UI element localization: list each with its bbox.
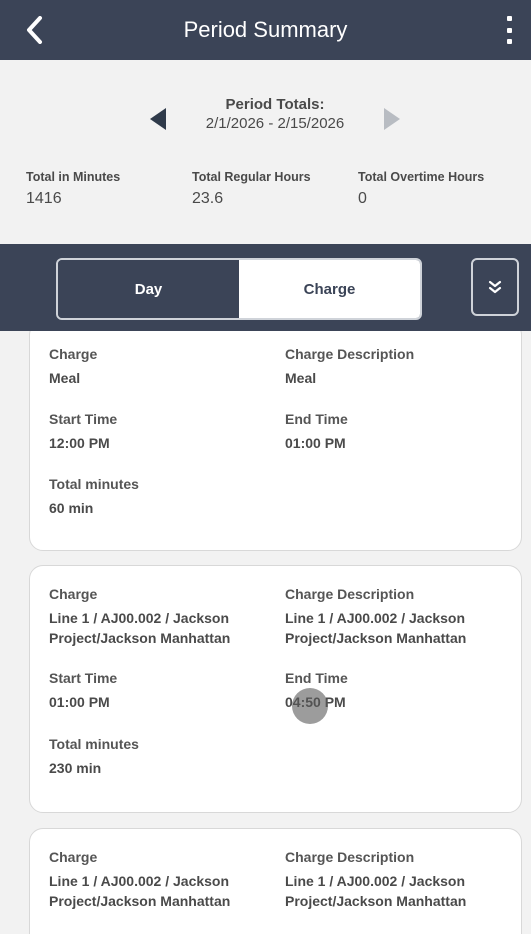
tab-charge[interactable]: Charge bbox=[239, 260, 420, 318]
field-value: Line 1 / AJ00.002 / Jackson Project/Jack… bbox=[285, 871, 466, 911]
field-label: End Time bbox=[285, 411, 348, 427]
total-minutes-field: Total minutes 60 min bbox=[49, 476, 139, 518]
charge-field: Charge Line 1 / AJ00.002 / Jackson Proje… bbox=[49, 849, 230, 911]
field-label: Charge Description bbox=[285, 346, 415, 362]
field-label: Charge bbox=[49, 586, 98, 602]
total-regular-hours: Total Regular Hours 23.6 bbox=[192, 170, 311, 208]
field-value-line: Project/Jackson Manhattan bbox=[285, 893, 467, 909]
total-label: Total Regular Hours bbox=[192, 170, 311, 184]
kebab-menu-icon[interactable] bbox=[501, 16, 517, 44]
charge-field: Charge Meal bbox=[49, 346, 97, 388]
list-item[interactable]: Charge Line 1 / AJ00.002 / Jackson Proje… bbox=[29, 828, 522, 934]
page-title: Period Summary bbox=[183, 17, 348, 42]
segmented-control: Day Charge bbox=[56, 258, 422, 320]
start-time-field: Start Time 12:00 PM bbox=[49, 411, 117, 453]
list-item[interactable]: Charge Line 1 / AJ00.002 / Jackson Proje… bbox=[29, 565, 522, 813]
field-value: 60 min bbox=[49, 500, 94, 516]
field-value-line: Line 1 / AJ00.002 / Jackson bbox=[285, 873, 466, 889]
field-value: Line 1 / AJ00.002 / Jackson Project/Jack… bbox=[285, 608, 466, 648]
total-overtime-hours: Total Overtime Hours 0 bbox=[358, 170, 484, 208]
total-minutes-field: Total minutes 230 min bbox=[49, 736, 139, 778]
field-label: Total minutes bbox=[49, 736, 139, 752]
field-value-line: Project/Jackson Manhattan bbox=[49, 630, 231, 646]
field-label: Total minutes bbox=[49, 476, 139, 492]
field-label: Charge Description bbox=[285, 586, 415, 602]
app-header: Period Summary bbox=[0, 0, 531, 60]
field-label: Start Time bbox=[49, 411, 118, 427]
total-value: 23.6 bbox=[192, 190, 224, 207]
field-label: Start Time bbox=[49, 670, 118, 686]
arrow-left-icon[interactable] bbox=[150, 108, 166, 130]
field-value: Line 1 / AJ00.002 / Jackson Project/Jack… bbox=[49, 608, 230, 648]
arrow-right-icon[interactable] bbox=[384, 108, 400, 130]
total-value: 1416 bbox=[26, 190, 62, 207]
field-value: 12:00 PM bbox=[49, 435, 110, 451]
field-value-line: Project/Jackson Manhattan bbox=[49, 893, 231, 909]
total-minutes: Total in Minutes 1416 bbox=[26, 170, 120, 208]
touch-indicator bbox=[292, 688, 328, 724]
field-value: Meal bbox=[49, 370, 81, 386]
total-label: Total in Minutes bbox=[26, 170, 121, 184]
field-value: 01:00 PM bbox=[285, 435, 346, 451]
period-navigator: Period Totals: 2/1/2026 - 2/15/2026 bbox=[0, 60, 531, 150]
field-value: Meal bbox=[285, 370, 317, 386]
charge-description-field: Charge Description Line 1 / AJ00.002 / J… bbox=[285, 849, 466, 911]
start-time-field: Start Time 01:00 PM bbox=[49, 670, 117, 712]
list-item[interactable]: Charge Meal Charge Description Meal Star… bbox=[29, 331, 522, 551]
end-time-field: End Time 01:00 PM bbox=[285, 411, 348, 453]
expand-button[interactable] bbox=[471, 258, 519, 316]
total-label: Total Overtime Hours bbox=[358, 170, 485, 184]
charge-list[interactable]: Charge Meal Charge Description Meal Star… bbox=[0, 331, 531, 934]
back-chevron-icon bbox=[27, 16, 42, 44]
period-range: 2/1/2026 - 2/15/2026 bbox=[205, 115, 345, 132]
field-label: Charge bbox=[49, 346, 98, 362]
charge-field: Charge Line 1 / AJ00.002 / Jackson Proje… bbox=[49, 586, 230, 648]
field-value: Line 1 / AJ00.002 / Jackson Project/Jack… bbox=[49, 871, 230, 911]
field-value-line: Line 1 / AJ00.002 / Jackson bbox=[285, 610, 466, 626]
field-value-line: Project/Jackson Manhattan bbox=[285, 630, 467, 646]
charge-description-field: Charge Description Line 1 / AJ00.002 / J… bbox=[285, 586, 466, 648]
field-value: 230 min bbox=[49, 760, 102, 776]
field-value: 01:00 PM bbox=[49, 694, 110, 710]
field-label: Charge Description bbox=[285, 849, 415, 865]
field-label: Charge bbox=[49, 849, 98, 865]
field-value-line: Line 1 / AJ00.002 / Jackson bbox=[49, 873, 230, 889]
field-value-line: Line 1 / AJ00.002 / Jackson bbox=[49, 610, 230, 626]
back-button[interactable] bbox=[20, 14, 48, 46]
view-toggle-bar: Day Charge bbox=[0, 244, 531, 331]
charge-description-field: Charge Description Meal bbox=[285, 346, 414, 388]
double-chevron-down-icon bbox=[488, 280, 502, 294]
total-value: 0 bbox=[358, 190, 367, 207]
period-label: Period Totals: bbox=[225, 96, 325, 113]
field-label: End Time bbox=[285, 670, 348, 686]
tab-day[interactable]: Day bbox=[58, 260, 239, 318]
